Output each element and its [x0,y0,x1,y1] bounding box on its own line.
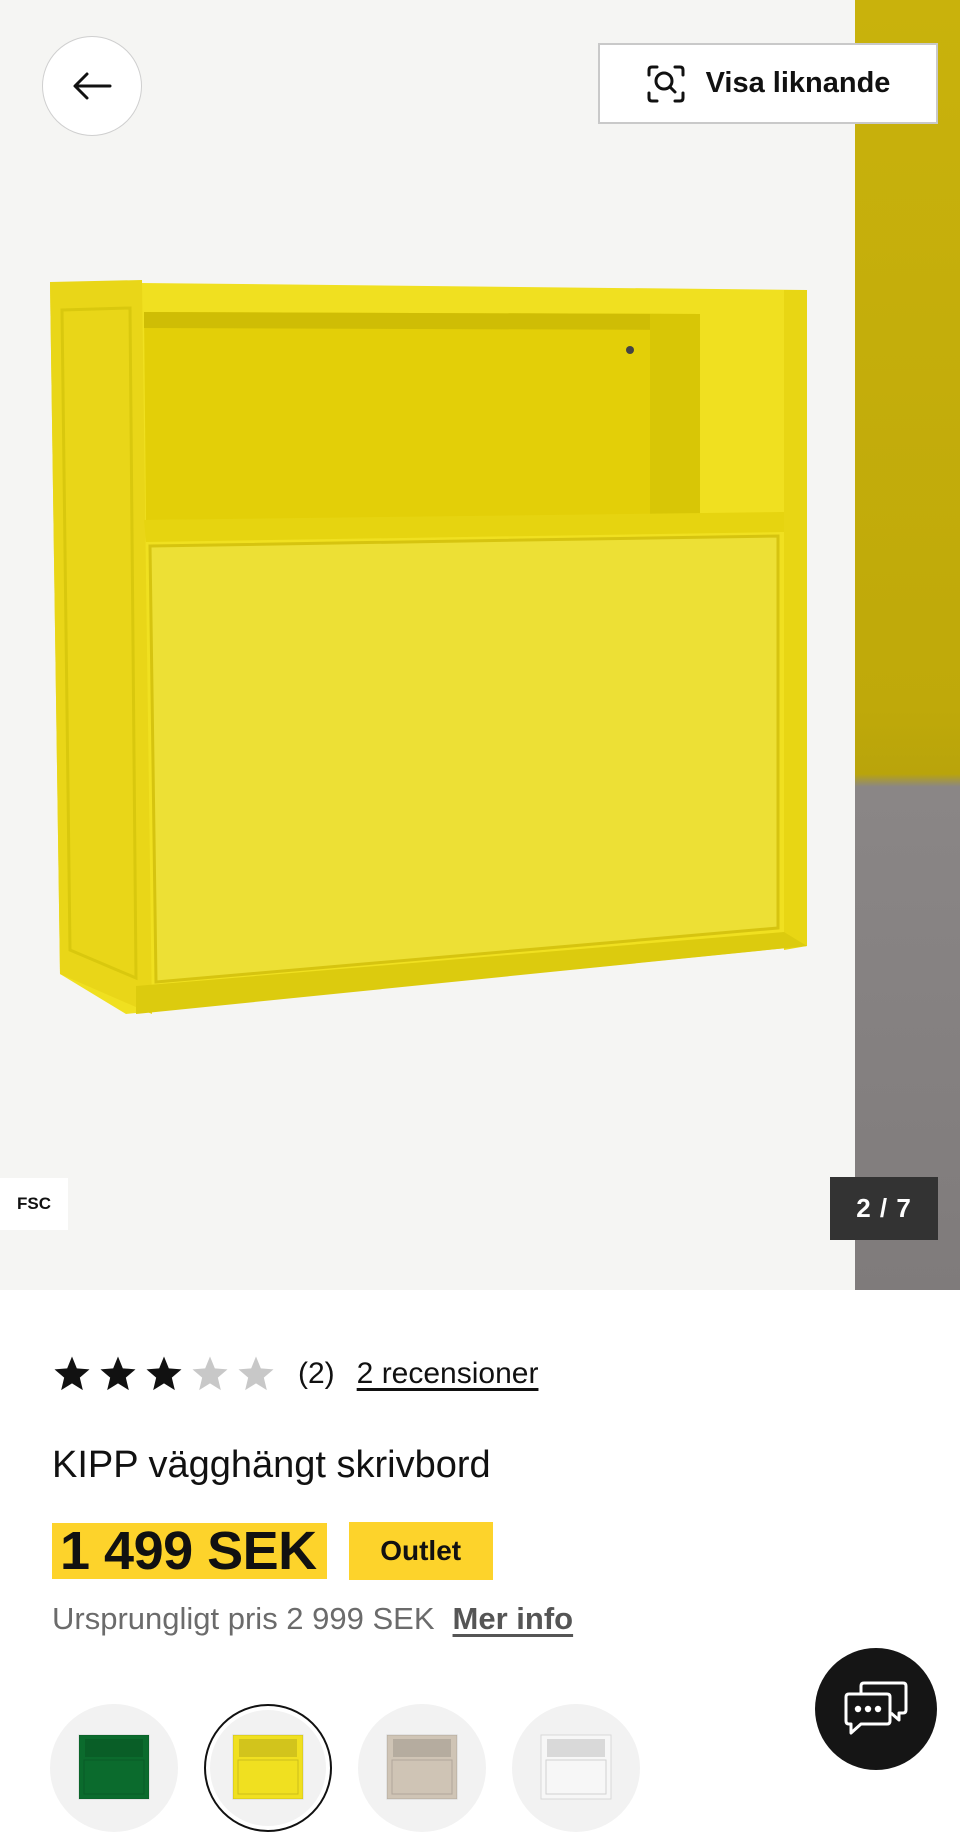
product-image [50,280,807,1014]
arrow-left-icon [73,72,112,100]
product-image-gallery[interactable]: Visa liknande FSC 2 / 7 [0,0,960,1290]
original-price-row: Ursprungligt pris 2 999 SEK Mer info [52,1596,573,1642]
star-icon [146,1356,182,1391]
price: 1 499 SEK [52,1523,327,1579]
reviews-link[interactable]: 2 recensioner [357,1357,539,1391]
outlet-badge: Outlet [348,1522,493,1580]
swatch-thumbnail [540,1734,612,1800]
star-icon [54,1356,90,1391]
chat-button[interactable] [815,1648,937,1770]
swatch-thumbnail [386,1734,458,1800]
star-icon [238,1356,274,1391]
visual-search-button[interactable]: Visa liknande [598,43,938,124]
back-button[interactable] [42,36,142,136]
color-swatch[interactable] [512,1704,640,1832]
review-count: (2) [298,1357,335,1390]
more-info-link[interactable]: Mer info [453,1601,574,1637]
swatch-thumbnail [232,1734,304,1800]
rating-row: (2) 2 recensioner [52,1350,538,1398]
star-icon [100,1356,136,1391]
swatch-thumbnail [78,1734,150,1800]
color-swatch[interactable] [204,1704,332,1832]
fsc-badge: FSC [0,1178,68,1230]
image-counter: 2 / 7 [830,1177,938,1240]
star-rating [52,1354,276,1394]
chat-icon [844,1681,908,1735]
visual-search-icon [647,65,685,102]
next-image-preview[interactable] [855,0,960,1290]
color-swatches [50,1704,640,1832]
star-icon [192,1356,228,1391]
product-title: KIPP vägghängt skrivbord [52,1444,491,1486]
original-price: Ursprungligt pris 2 999 SEK [52,1601,435,1636]
visual-search-label: Visa liknande [705,67,891,99]
color-swatch[interactable] [50,1704,178,1832]
color-swatch[interactable] [358,1704,486,1832]
price-row: 1 499 SEK Outlet [52,1522,493,1580]
